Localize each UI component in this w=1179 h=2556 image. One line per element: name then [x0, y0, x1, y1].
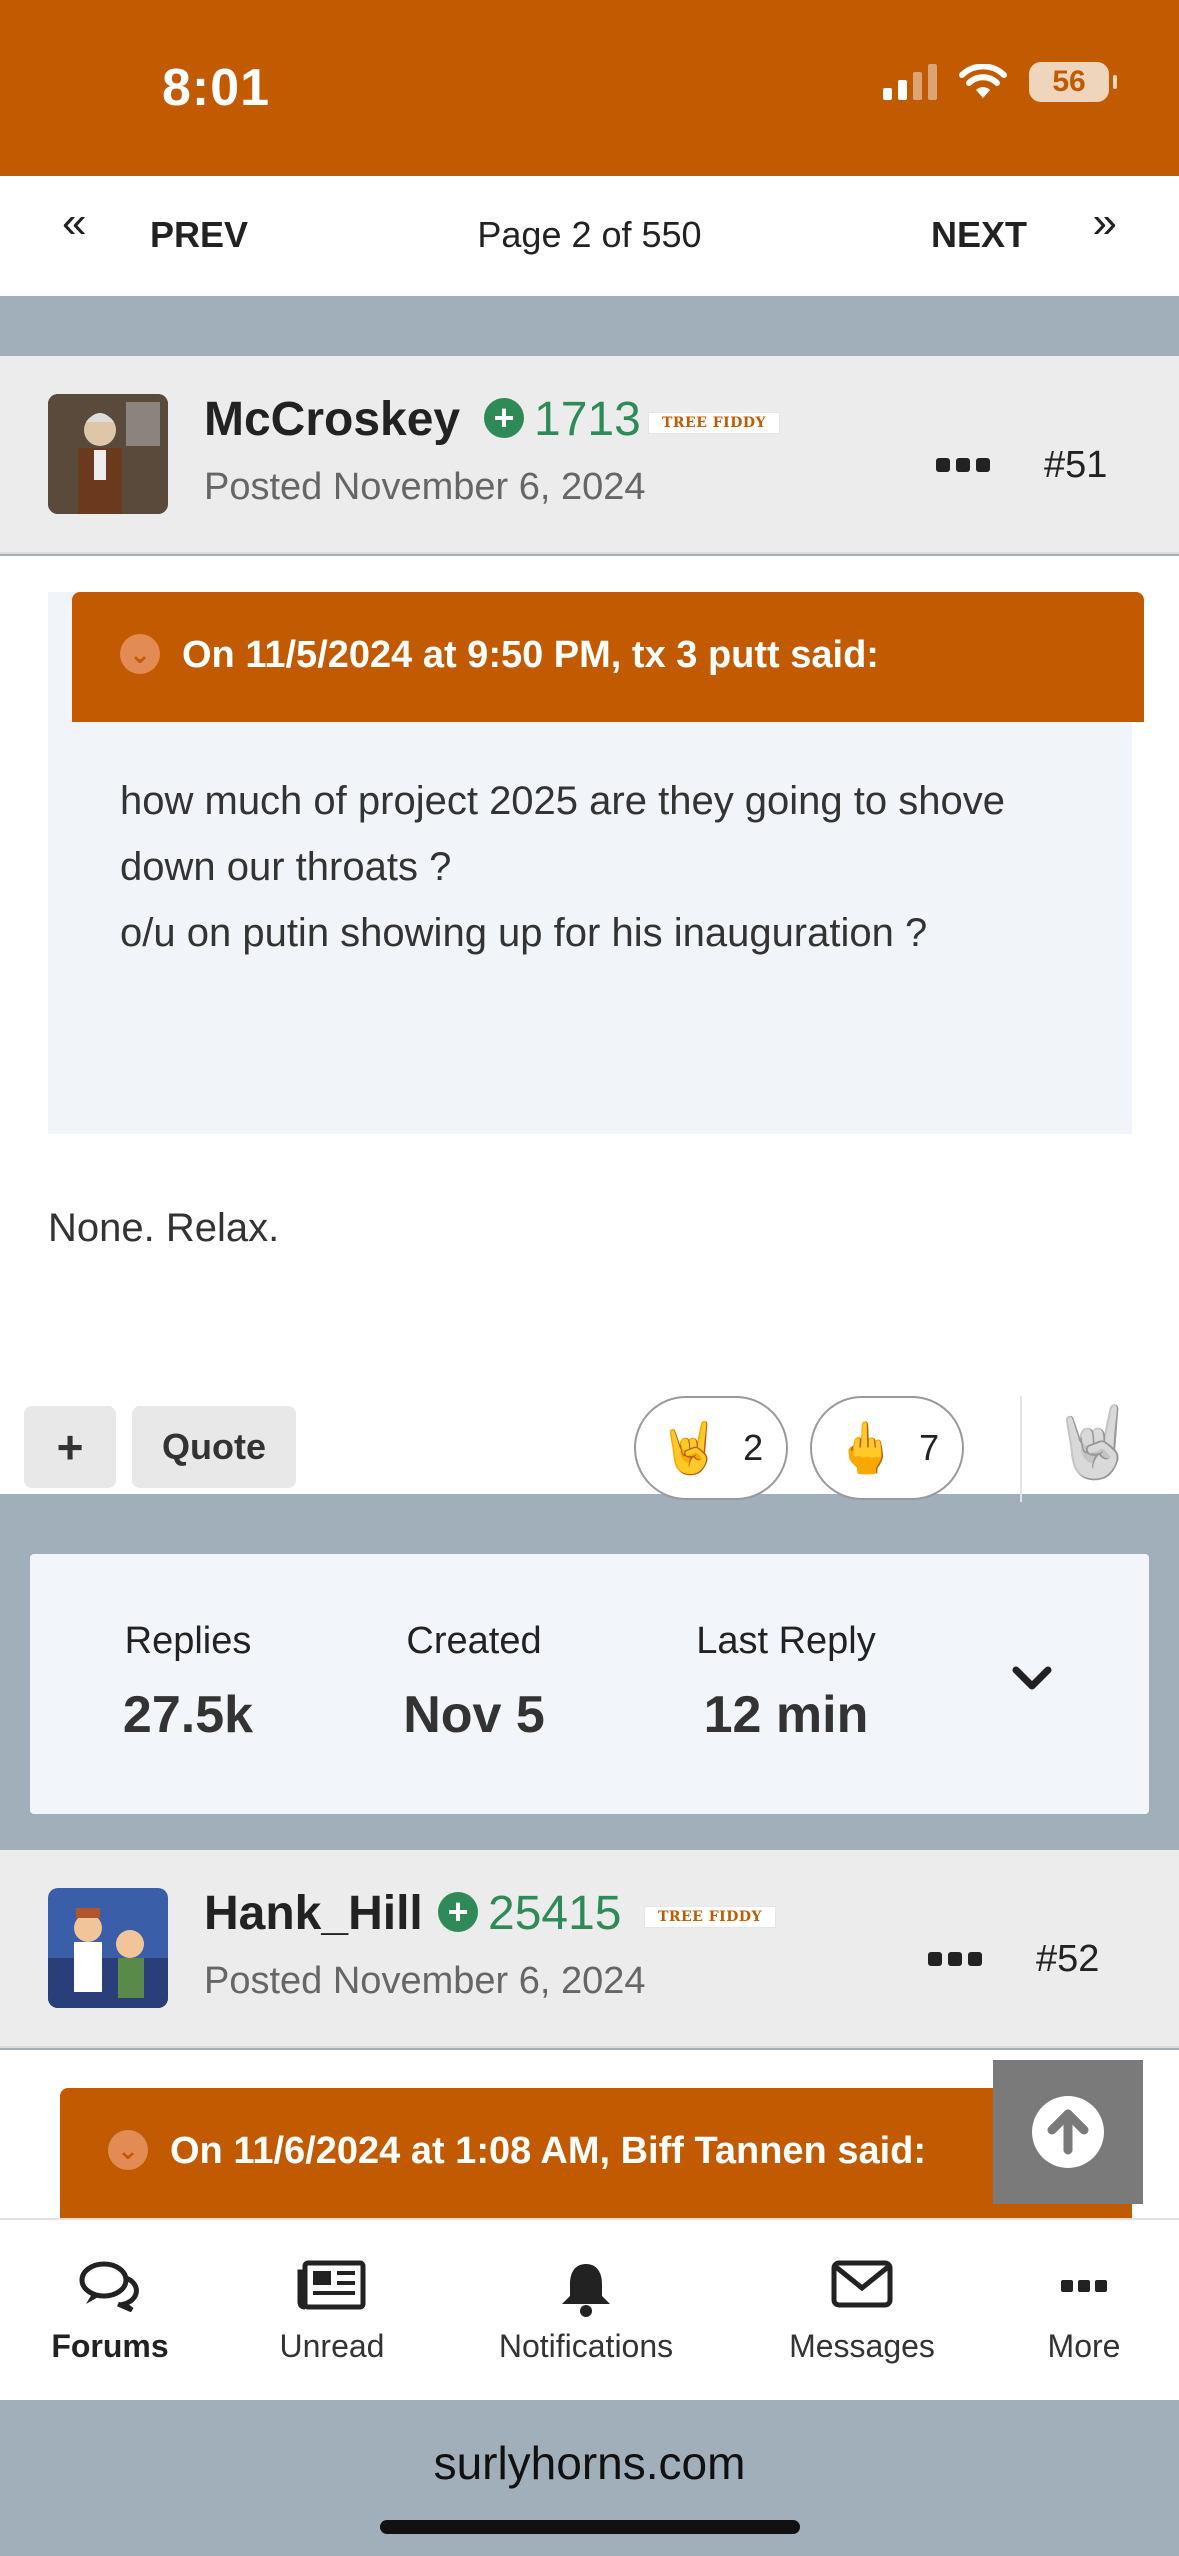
domain-label[interactable]: surlyhorns.com [0, 2436, 1179, 2490]
reaction-pill[interactable]: 🤘 2 [634, 1396, 788, 1500]
status-time: 8:01 [162, 59, 271, 117]
chevron-down-circle-icon[interactable]: ⌄ [120, 634, 160, 674]
author-name[interactable]: McCroskey [204, 392, 460, 447]
status-bar: 8:01 56 [0, 0, 1179, 176]
plus-circle-icon: + [484, 398, 524, 438]
pagination-bar: « PREV Page 2 of 550 NEXT » [0, 176, 1179, 296]
created-label: Created [406, 1620, 542, 1662]
last-reply-label: Last Reply [696, 1620, 876, 1662]
nav-forums[interactable]: Forums [30, 2220, 190, 2402]
scroll-to-top-circle [1032, 2096, 1104, 2168]
nav-label: Notifications [498, 2328, 674, 2364]
nav-messages[interactable]: Messages [772, 2220, 952, 2402]
home-indicator[interactable] [380, 2520, 800, 2534]
created-value: Nov 5 [403, 1686, 545, 1744]
reaction-pill[interactable]: 🖕 7 [810, 1396, 964, 1500]
plus-circle-icon: + [438, 1892, 478, 1932]
reaction-count: 2 [743, 1427, 764, 1468]
nav-label: Forums [51, 2328, 169, 2364]
member-badge: TREE FIDDY [644, 1906, 776, 1928]
reputation-count: 1713 [534, 393, 641, 446]
quote-header[interactable]: ⌄ On 11/6/2024 at 1:08 AM, Biff Tannen s… [60, 2088, 1132, 2218]
double-chevron-right-icon[interactable]: » [1093, 198, 1117, 248]
post-number[interactable]: #52 [1036, 1938, 1099, 1981]
quote-block: ⌄ On 11/5/2024 at 9:50 PM, tx 3 putt sai… [48, 592, 1144, 1134]
post-content: None. Relax. [48, 1206, 280, 1250]
reaction-count: 7 [919, 1427, 940, 1468]
replies-value: 27.5k [122, 1686, 254, 1744]
middle-finger-icon: 🖕 [834, 1419, 898, 1476]
nav-notifications[interactable]: Notifications [486, 2220, 686, 2402]
last-reply-stat: Last Reply 12 min [646, 1620, 926, 1745]
quote-button[interactable]: Quote [132, 1406, 296, 1488]
avatar-image [48, 1888, 168, 2008]
avatar[interactable] [48, 394, 168, 514]
nav-label: Messages [789, 2328, 935, 2364]
quote-content: how much of project 2025 are they going … [120, 768, 1100, 966]
forums-icon [79, 2261, 139, 2312]
bottom-navigation: Forums Unread Notifications Messages Mor… [0, 2218, 1179, 2400]
status-icons: 56 [883, 62, 1117, 102]
battery-icon: 56 [1029, 62, 1117, 102]
next-button[interactable]: NEXT [931, 214, 1027, 256]
nav-more[interactable]: More [1022, 2220, 1146, 2402]
author-name[interactable]: Hank_Hill [204, 1886, 423, 1941]
created-stat: Created Nov 5 [364, 1620, 584, 1745]
member-badge: TREE FIDDY [648, 412, 780, 434]
cellular-signal-icon [883, 64, 937, 100]
avatar-image [48, 394, 168, 514]
browser-address-bar[interactable]: surlyhorns.com [0, 2400, 1179, 2556]
chevron-down-circle-icon[interactable]: ⌄ [108, 2130, 148, 2170]
topic-stats-card: Replies 27.5k Created Nov 5 Last Reply 1… [30, 1554, 1149, 1814]
more-dots-icon [1061, 2280, 1107, 2292]
add-reaction-icon[interactable]: 🤘 [1050, 1402, 1137, 1494]
post-header: Hank_Hill + 25415 TREE FIDDY Posted Nove… [0, 1850, 1179, 2048]
nav-label: Unread [279, 2328, 385, 2364]
post-number[interactable]: #51 [1044, 444, 1107, 487]
last-reply-value: 12 min [703, 1686, 869, 1744]
multiquote-button[interactable]: + [24, 1406, 116, 1488]
replies-label: Replies [124, 1620, 252, 1662]
replies-stat: Replies 27.5k [88, 1620, 288, 1745]
newspaper-icon [297, 2260, 366, 2310]
quote-header[interactable]: ⌄ On 11/5/2024 at 9:50 PM, tx 3 putt sai… [72, 592, 1144, 722]
post-body: ⌄ On 11/5/2024 at 9:50 PM, tx 3 putt sai… [0, 556, 1179, 1502]
nav-unread[interactable]: Unread [252, 2220, 412, 2402]
bell-icon [562, 2264, 610, 2317]
post-header: McCroskey + 1713 TREE FIDDY Posted Novem… [0, 356, 1179, 554]
divider [1020, 1396, 1022, 1502]
wifi-icon [959, 64, 1007, 98]
scroll-to-top-button[interactable] [993, 2060, 1143, 2204]
quote-attribution: On 11/5/2024 at 9:50 PM, tx 3 putt said: [182, 634, 879, 676]
arrow-up-icon [1047, 2109, 1089, 2155]
posted-date[interactable]: Posted November 6, 2024 [204, 466, 646, 509]
avatar[interactable] [48, 1888, 168, 2008]
quote-line: how much of project 2025 are they going … [120, 779, 1005, 889]
reputation-count: 25415 [488, 1887, 622, 1940]
more-options-icon[interactable] [936, 458, 990, 472]
more-options-icon[interactable] [928, 1952, 982, 1966]
posted-date[interactable]: Posted November 6, 2024 [204, 1960, 646, 2003]
quote-attribution: On 11/6/2024 at 1:08 AM, Biff Tannen sai… [170, 2130, 927, 2172]
chevron-down-icon[interactable] [1008, 1654, 1056, 1702]
post-actions: + Quote 🤘 2 🖕 7 🤘 [0, 1376, 1179, 1502]
rock-on-hand-icon: 🤘 [658, 1419, 722, 1476]
envelope-icon [831, 2260, 893, 2308]
nav-label: More [1047, 2328, 1121, 2364]
quote-line: o/u on putin showing up for his inaugura… [120, 911, 928, 955]
